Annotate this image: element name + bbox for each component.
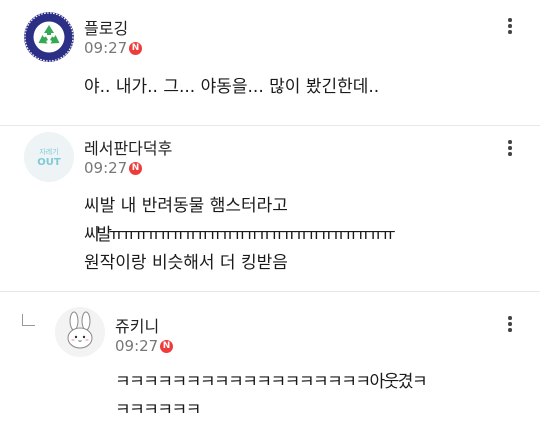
more-options-button[interactable] [499, 137, 521, 159]
more-dot-icon [508, 146, 512, 150]
comment-body-line: 원작이랑 비슷해서 더 킹받음 [84, 253, 288, 273]
more-dot-icon [508, 24, 512, 28]
comment-body-line: ㅋㅋㅋㅋㅋㅋ [115, 400, 201, 420]
avatar-text: 자레기 [39, 147, 58, 156]
comment-body-line: 야.. 내가.. 그... 야동을... 많이 봤긴한데.. [84, 77, 380, 97]
new-badge: N [129, 42, 142, 55]
more-dot-icon [508, 140, 512, 144]
more-options-button[interactable] [499, 313, 521, 335]
avatar[interactable] [55, 307, 105, 357]
bunny-avatar-icon [55, 307, 105, 357]
avatar-text: OUT [37, 157, 61, 168]
trash-out-logo-icon: 자레기 OUT [24, 132, 74, 182]
comment-body-line: ㅋㅋㅋㅋㅋㅋㅋㅋㅋㅋㅋㅋㅋㅋㅋㅋㅋㅋ아웃겼ㅋ [115, 372, 428, 392]
reply-arrow-icon [22, 314, 35, 326]
comment-body-line: 씨발ㅠㅠㅠㅠㅠㅠㅠㅠㅠㅠㅠㅠㅠㅠㅠㅠㅠㅠㅠㅠㅠㅠㅠ [84, 225, 396, 245]
more-options-button[interactable] [499, 15, 521, 37]
more-dot-icon [508, 18, 512, 22]
comment-author[interactable]: 플로깅 [84, 15, 128, 39]
recycle-logo-icon [24, 12, 74, 62]
comment-item: 자레기 OUT 레서판다덕후 09:27 N 씨발 내 반려동물 햄스터라고 씨… [0, 126, 540, 291]
comment-author[interactable]: 쥬키니 [115, 313, 159, 337]
more-dot-icon [508, 30, 512, 34]
comment-time: 09:27 [84, 159, 128, 177]
more-dot-icon [508, 152, 512, 156]
comment-author[interactable]: 레서판다덕후 [84, 135, 172, 159]
comment-time: 09:27 [115, 337, 159, 355]
avatar[interactable] [24, 12, 74, 62]
comment-item: 플로깅 09:27 N 야.. 내가.. 그... 야동을... 많이 봤긴한데… [0, 0, 540, 125]
new-badge: N [160, 340, 173, 353]
avatar[interactable]: 자레기 OUT [24, 132, 74, 182]
comment-body-line: 씨발 내 반려동물 햄스터라고 [84, 196, 288, 216]
comment-time: 09:27 [84, 39, 128, 57]
more-dot-icon [508, 322, 512, 326]
reply-comment-item: 쥬키니 09:27 N ㅋㅋㅋㅋㅋㅋㅋㅋㅋㅋㅋㅋㅋㅋㅋㅋㅋㅋ아웃겼ㅋ ㅋㅋㅋㅋㅋ… [0, 292, 540, 422]
more-dot-icon [508, 316, 512, 320]
more-dot-icon [508, 328, 512, 332]
new-badge: N [129, 162, 142, 175]
